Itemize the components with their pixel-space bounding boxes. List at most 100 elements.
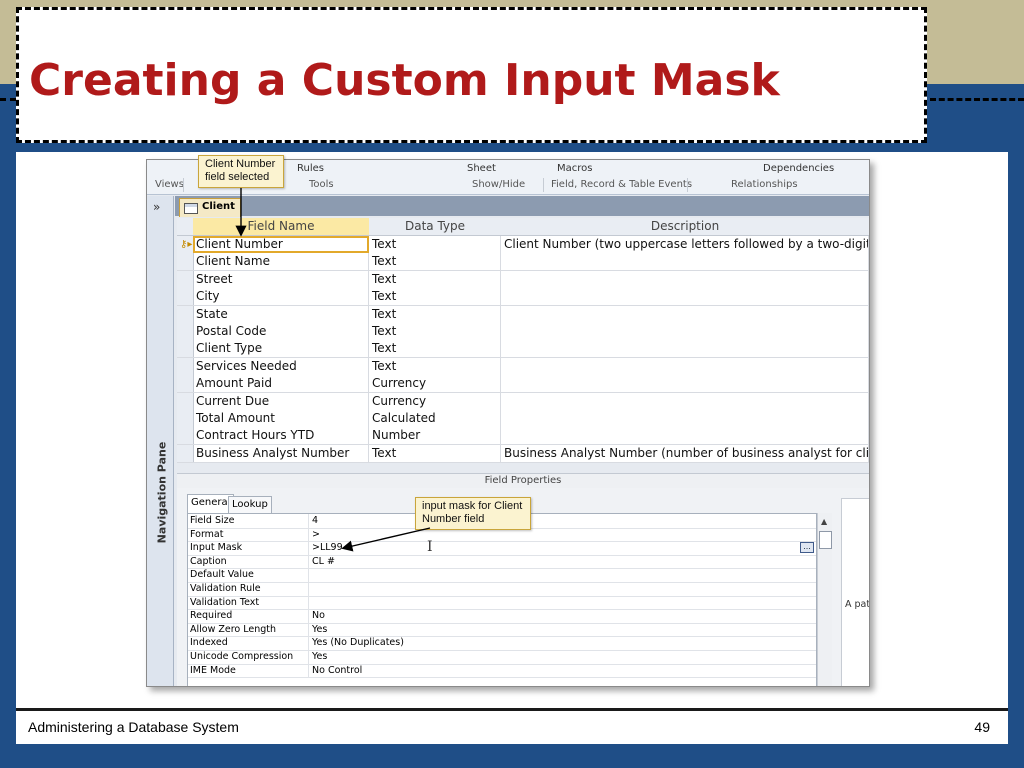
description-cell[interactable]: [501, 288, 869, 306]
property-row[interactable]: Default Value: [188, 568, 816, 583]
data-type-cell[interactable]: Text: [369, 288, 501, 306]
description-cell[interactable]: [501, 427, 869, 445]
property-row[interactable]: Caption CL #: [188, 554, 816, 570]
row-selector[interactable]: [177, 410, 194, 427]
row-selector[interactable]: [177, 340, 194, 358]
description-cell[interactable]: [501, 340, 869, 358]
description-cell[interactable]: [501, 375, 869, 393]
property-value[interactable]: No: [312, 609, 325, 623]
table-row[interactable]: Contract Hours YTD Number: [177, 427, 869, 446]
field-name-cell[interactable]: Postal Code: [193, 323, 369, 340]
table-row[interactable]: Client Name Text: [177, 253, 869, 272]
data-type-cell[interactable]: Currency: [369, 392, 501, 410]
table-row[interactable]: Street Text: [177, 270, 869, 289]
description-cell[interactable]: [501, 323, 869, 340]
ribbon-item-dependencies[interactable]: Dependencies: [763, 163, 834, 174]
property-value[interactable]: Yes: [312, 623, 327, 637]
description-cell[interactable]: [501, 270, 869, 288]
row-selector[interactable]: [177, 444, 194, 462]
data-type-cell[interactable]: Number: [369, 427, 501, 445]
description-cell[interactable]: [501, 305, 869, 323]
data-type-cell[interactable]: Currency: [369, 375, 501, 393]
field-name-cell[interactable]: Business Analyst Number: [193, 444, 369, 462]
field-name-cell[interactable]: Current Due: [193, 392, 369, 410]
table-row[interactable]: Client Type Text: [177, 340, 869, 359]
property-row[interactable]: Validation Text: [188, 595, 816, 611]
table-row[interactable]: Services Needed Text: [177, 357, 869, 376]
property-row[interactable]: Validation Rule: [188, 582, 816, 597]
property-name: Format: [190, 527, 309, 542]
data-type-cell[interactable]: Text: [369, 270, 501, 288]
table-row[interactable]: State Text: [177, 305, 869, 324]
ribbon-item-sheet[interactable]: Sheet: [467, 163, 496, 174]
row-selector[interactable]: [177, 270, 194, 288]
ribbon-item-rules[interactable]: Rules: [297, 163, 324, 174]
property-value[interactable]: CL #: [312, 555, 335, 569]
field-name-cell[interactable]: Amount Paid: [193, 375, 369, 393]
row-selector[interactable]: [177, 375, 194, 393]
data-type-cell[interactable]: Text: [369, 236, 501, 253]
description-cell[interactable]: [501, 392, 869, 410]
table-row[interactable]: Total Amount Calculated: [177, 410, 869, 428]
header-field-name: Field Name: [193, 218, 369, 236]
data-type-cell[interactable]: Text: [369, 323, 501, 340]
data-type-cell[interactable]: Text: [369, 357, 501, 375]
table-row[interactable]: Current Due Currency: [177, 392, 869, 411]
scroll-thumb[interactable]: [819, 531, 832, 549]
navigation-pane[interactable]: » Navigation Pane: [147, 196, 174, 686]
table-row[interactable]: Postal Code Text: [177, 323, 869, 341]
description-cell[interactable]: [501, 253, 869, 271]
row-selector[interactable]: [177, 427, 194, 445]
row-selector[interactable]: [177, 323, 194, 340]
field-name-cell[interactable]: Client Number: [193, 236, 369, 253]
field-name-cell[interactable]: Total Amount: [193, 410, 369, 427]
property-row[interactable]: IME Mode No Control: [188, 663, 816, 679]
data-type-cell[interactable]: Text: [369, 305, 501, 323]
callout-client-number: Client Number field selected: [198, 155, 284, 188]
description-cell[interactable]: [501, 410, 869, 427]
data-type-cell[interactable]: Text: [369, 444, 501, 462]
property-value[interactable]: Yes: [312, 650, 327, 664]
data-type-cell[interactable]: Text: [369, 340, 501, 358]
field-name-cell[interactable]: City: [193, 288, 369, 306]
tab-lookup[interactable]: Lookup: [228, 496, 272, 513]
field-name-cell[interactable]: Street: [193, 270, 369, 288]
row-selector[interactable]: [177, 288, 194, 306]
description-cell[interactable]: Client Number (two uppercase letters fol…: [501, 236, 869, 253]
row-selector[interactable]: [177, 253, 194, 271]
property-value[interactable]: No Control: [312, 664, 362, 678]
scroll-up-icon[interactable]: ▲: [821, 517, 827, 526]
property-row[interactable]: Allow Zero Length Yes: [188, 622, 816, 638]
table-row[interactable]: City Text: [177, 288, 869, 307]
field-name-cell[interactable]: Contract Hours YTD: [193, 427, 369, 445]
property-row[interactable]: Input Mask >LL99...: [188, 541, 816, 556]
row-selector[interactable]: [177, 392, 194, 410]
table-row[interactable]: Amount Paid Currency: [177, 375, 869, 394]
field-name-cell[interactable]: Services Needed: [193, 357, 369, 375]
build-button[interactable]: ...: [800, 542, 814, 554]
row-selector[interactable]: [177, 357, 194, 375]
property-value[interactable]: >LL99: [312, 541, 343, 555]
data-type-cell[interactable]: Calculated: [369, 410, 501, 427]
description-cell[interactable]: Business Analyst Number (number of busin…: [501, 444, 869, 462]
field-name-cell[interactable]: Client Name: [193, 253, 369, 271]
ribbon-item-macros[interactable]: Macros: [557, 163, 592, 174]
row-selector[interactable]: [177, 305, 194, 323]
property-value[interactable]: >: [312, 528, 320, 542]
row-selector[interactable]: ⚷▸: [177, 236, 194, 253]
property-name: Caption: [190, 554, 309, 569]
tab-client[interactable]: Client: [179, 198, 241, 217]
table-row[interactable]: Business Analyst Number Text Business Anal…: [177, 444, 869, 463]
property-scrollbar[interactable]: ▲: [817, 513, 832, 686]
property-value[interactable]: Yes (No Duplicates): [312, 636, 404, 650]
data-type-cell[interactable]: Text: [369, 253, 501, 271]
property-row[interactable]: Indexed Yes (No Duplicates): [188, 636, 816, 651]
chevron-right-icon[interactable]: »: [153, 200, 160, 214]
table-row[interactable]: ⚷▸ Client Number Text Client Number (two up…: [177, 236, 869, 254]
field-name-cell[interactable]: State: [193, 305, 369, 323]
property-value[interactable]: 4: [312, 514, 318, 528]
property-row[interactable]: Required No: [188, 609, 816, 624]
property-row[interactable]: Unicode Compression Yes: [188, 650, 816, 665]
field-name-cell[interactable]: Client Type: [193, 340, 369, 358]
description-cell[interactable]: [501, 357, 869, 375]
